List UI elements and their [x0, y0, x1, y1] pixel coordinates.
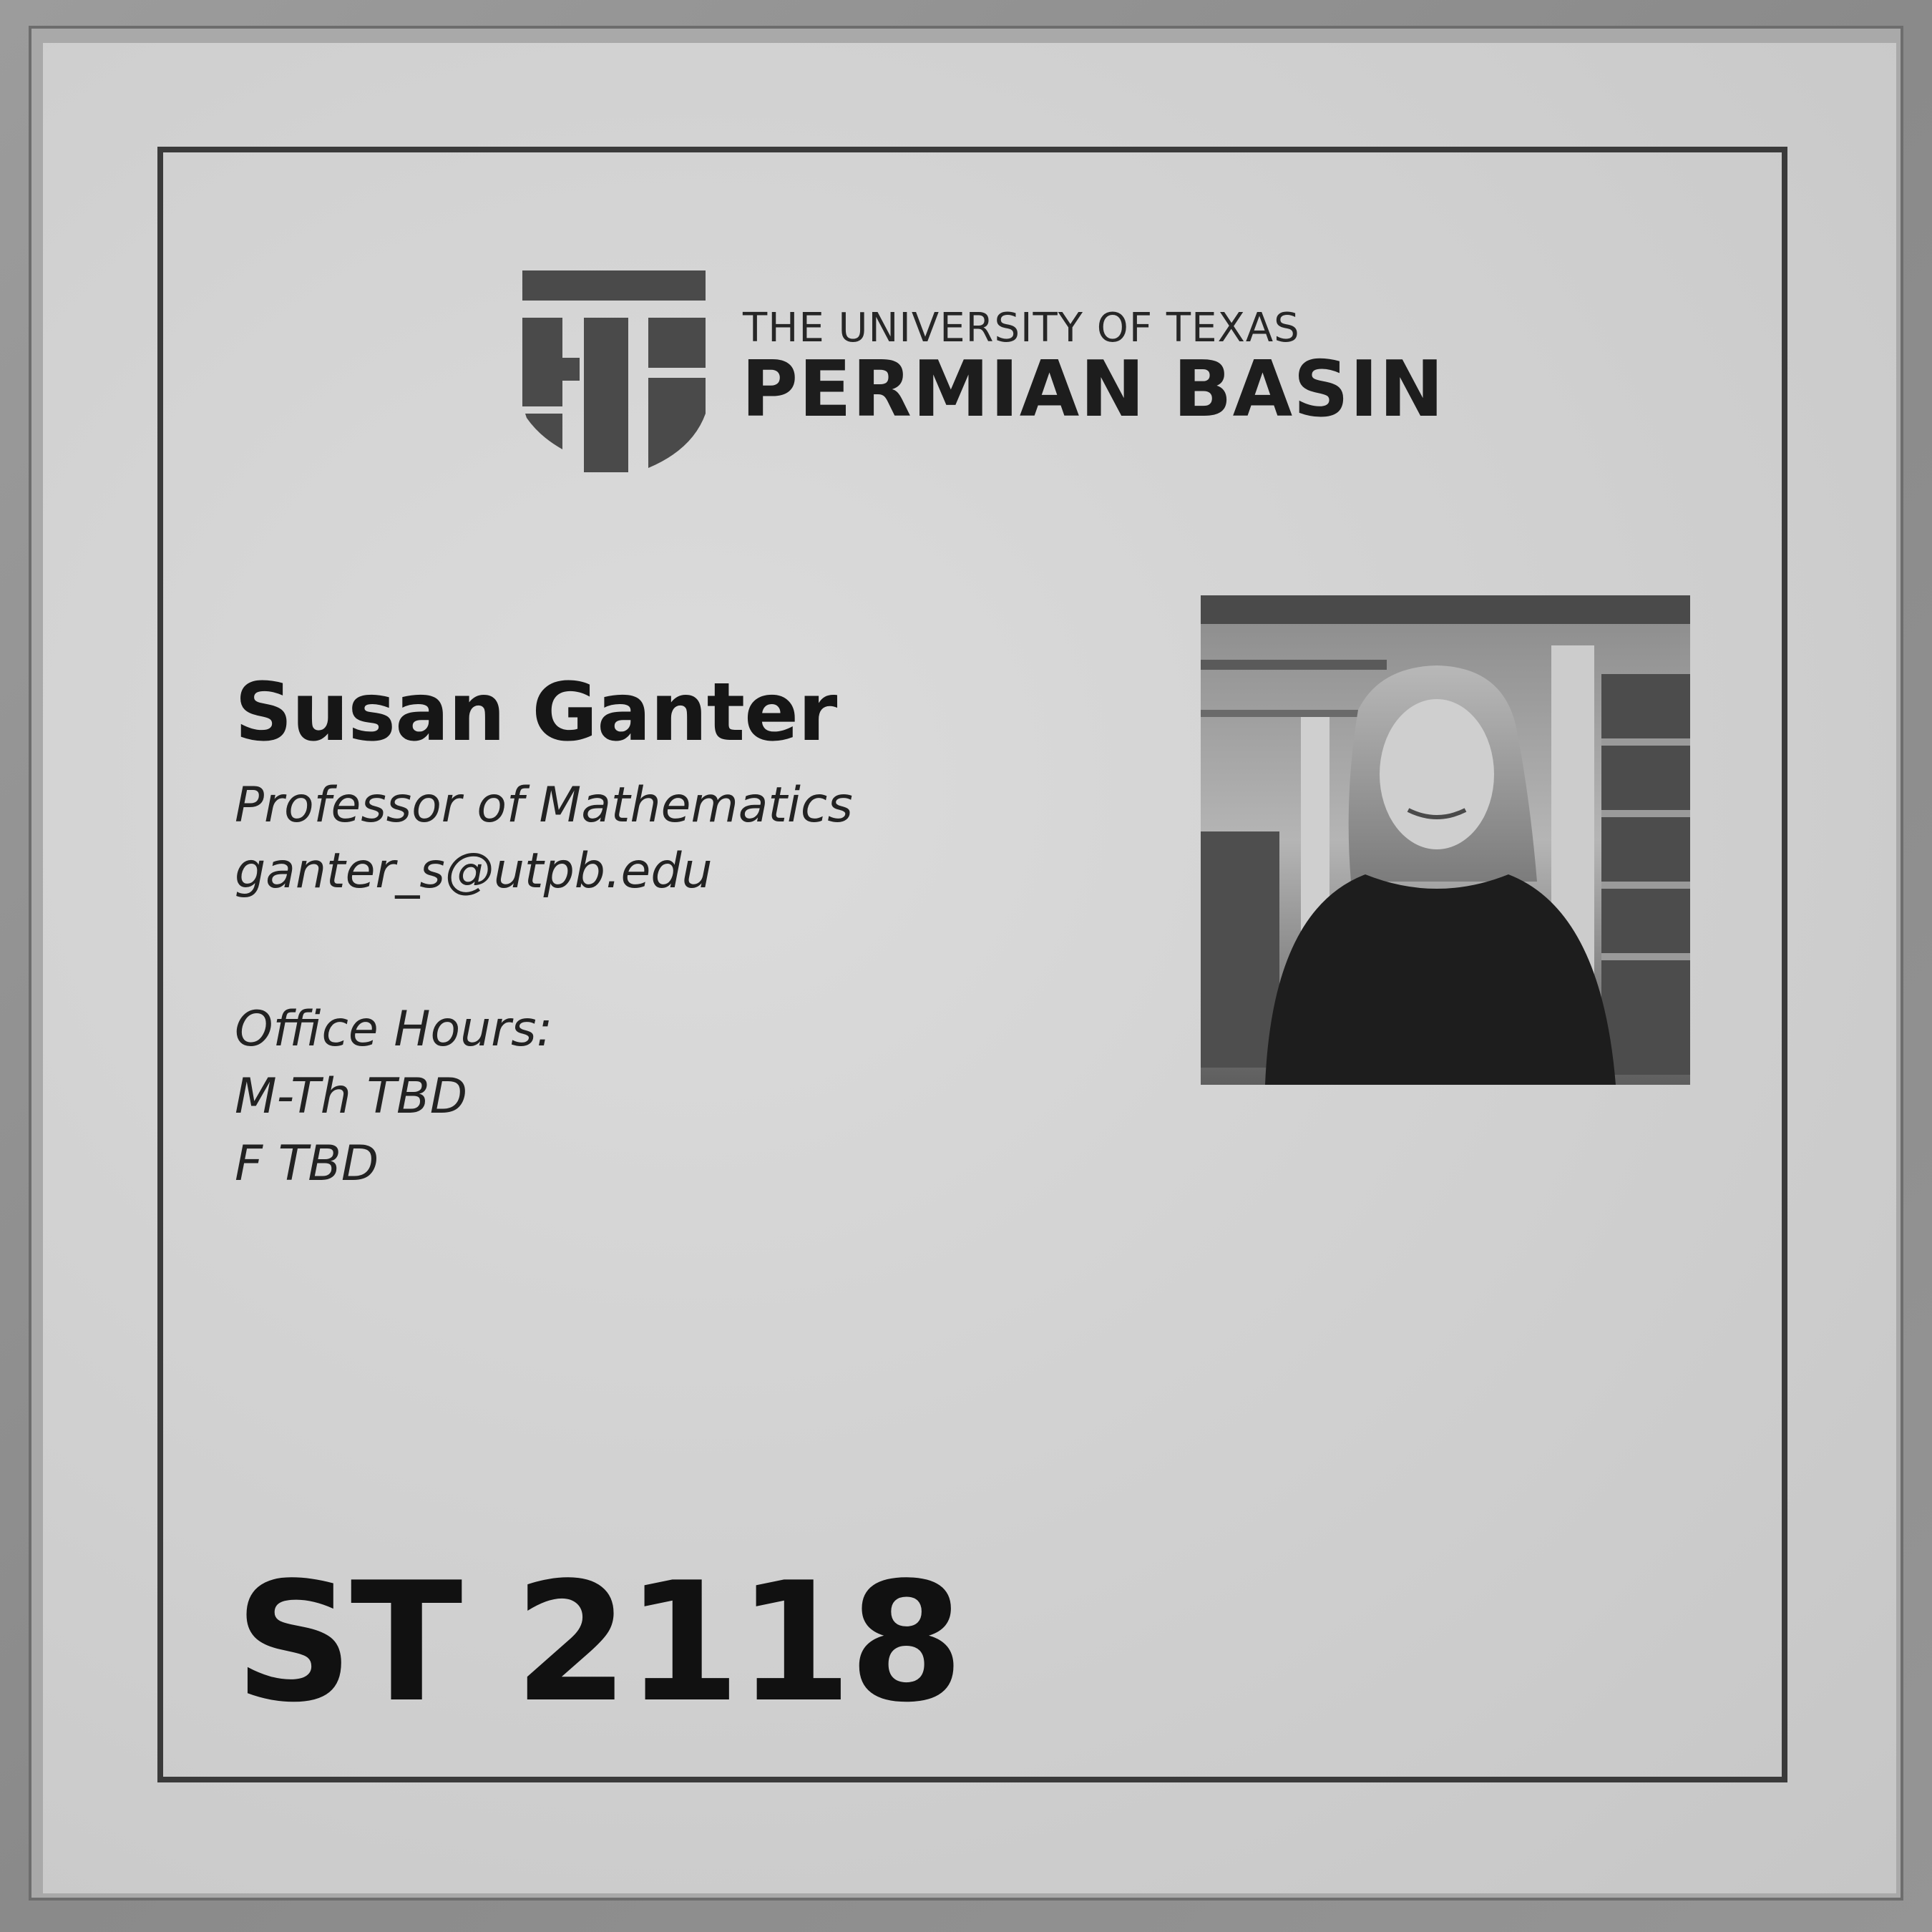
person-name: Susan Ganter — [235, 666, 837, 759]
room-number: ST 2118 — [235, 1548, 964, 1739]
shield-logo-icon — [522, 270, 706, 472]
office-hours-line: M-Th TBD — [235, 1068, 468, 1125]
person-email[interactable]: ganter_s@utpb.edu — [235, 847, 1093, 896]
person-title: Professor of Mathematics — [235, 777, 853, 834]
logo-campus-line: PERMIAN BASIN — [741, 345, 1445, 434]
office-hours: Office Hours: M-Th TBD F TBD — [235, 996, 552, 1198]
portrait-image — [1201, 595, 1690, 1085]
university-logo: THE UNIVERSITY OF TEXAS PERMIAN BASIN — [522, 270, 1453, 478]
office-hours-line: F TBD — [235, 1136, 379, 1192]
portrait-photo — [1201, 595, 1690, 1085]
sign-frame: THE UNIVERSITY OF TEXAS PERMIAN BASIN Su… — [0, 0, 1932, 1932]
person-info: Susan Ganter Professor of Mathematics ga… — [235, 673, 1093, 896]
office-hours-heading: Office Hours: — [235, 1001, 553, 1058]
